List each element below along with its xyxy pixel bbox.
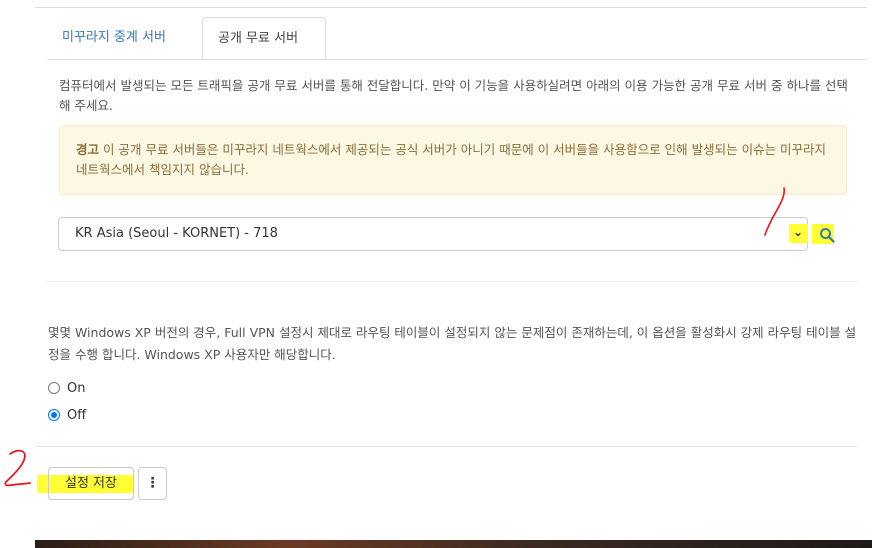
divider xyxy=(35,7,867,8)
chevron-down-icon[interactable]: ⌄ xyxy=(792,226,804,238)
settings-panel: 미꾸라지 중계 서버 공개 무료 서버 컴퓨터에서 발생되는 모든 트래픽을 공… xyxy=(35,0,867,548)
background-image-strip xyxy=(35,540,872,548)
radio-off-label: Off xyxy=(67,408,87,423)
divider xyxy=(47,59,867,60)
tab-public-free-server[interactable]: 공개 무료 서버 xyxy=(202,17,326,60)
more-options-button[interactable]: ⋮ xyxy=(138,467,167,500)
pen-annotation-stroke xyxy=(764,187,786,236)
warning-title: 경고 xyxy=(76,142,100,157)
public-server-description: 컴퓨터에서 발생되는 모든 트래픽을 공개 무료 서버를 통해 전달합니다. 만… xyxy=(59,78,848,113)
routing-description: 몇몇 Windows XP 버전의 경우, Full VPN 설정시 제대로 라… xyxy=(48,325,857,362)
save-settings-label: 설정 저장 xyxy=(65,476,117,491)
pen-annotation-2 xyxy=(4,449,31,487)
radio-off-button[interactable] xyxy=(48,408,60,421)
radio-on-button[interactable] xyxy=(48,381,60,394)
warning-text: 이 공개 무료 서버들은 미꾸라지 네트웍스에서 제공되는 공식 서버가 아니기… xyxy=(76,142,827,177)
save-settings-button-label-wrap[interactable]: 설정 저장 xyxy=(48,467,134,500)
tab-bar: 미꾸라지 중계 서버 공개 무료 서버 xyxy=(47,17,867,60)
divider xyxy=(47,281,857,282)
radio-on[interactable]: On xyxy=(48,379,85,399)
radio-off[interactable]: Off xyxy=(48,406,86,426)
server-select[interactable]: KR Asia (Seoul - KORNET) - 718 xyxy=(58,217,808,251)
radio-on-label: On xyxy=(67,381,86,396)
warning-alert: 경고 이 공개 무료 서버들은 미꾸라지 네트웍스에서 제공되는 공식 서버가 … xyxy=(59,125,847,195)
search-icon[interactable] xyxy=(819,227,835,243)
divider xyxy=(35,446,857,447)
tab-relay-server[interactable]: 미꾸라지 중계 서버 xyxy=(47,17,202,59)
